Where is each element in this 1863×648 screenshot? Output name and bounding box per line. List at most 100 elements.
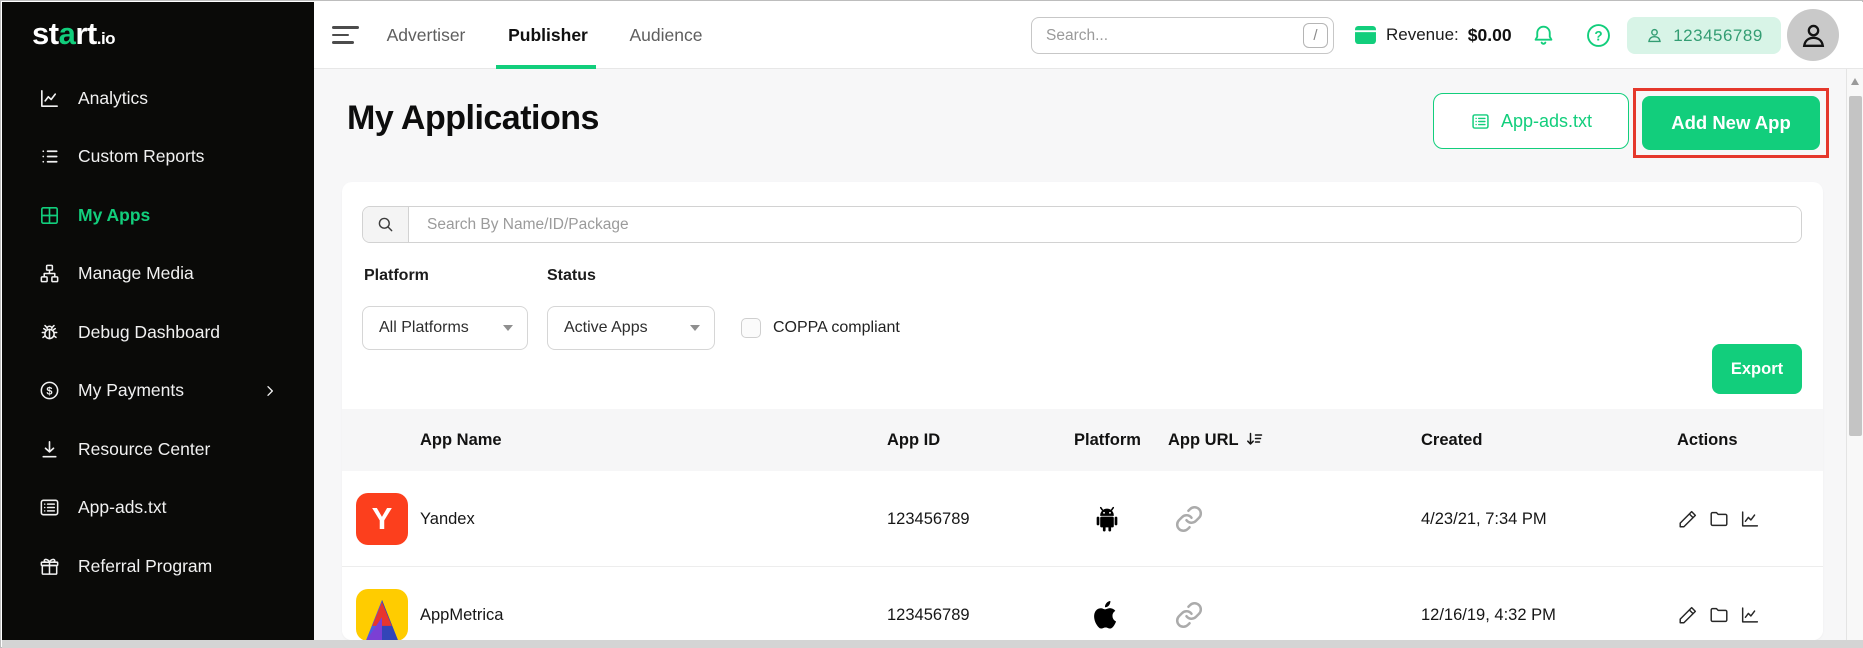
table-row-yandex[interactable]: Y Yandex 123456789 4/23/21, 7:34 PM xyxy=(342,471,1823,567)
sidebar-item-label: Resource Center xyxy=(78,439,210,460)
app-window: start.io Analytics Custom Reports My App… xyxy=(0,0,1863,648)
chevron-down-icon xyxy=(690,325,700,331)
notifications-bell-icon[interactable] xyxy=(1531,23,1556,48)
revenue-label: Revenue: xyxy=(1386,25,1459,45)
sidebar-item-referral-program[interactable]: Referral Program xyxy=(2,537,314,596)
global-search-box: / xyxy=(1031,17,1334,54)
profile-avatar[interactable] xyxy=(1787,9,1839,61)
table-header-row: App Name App ID Platform App URL Created… xyxy=(342,409,1823,471)
account-id: 123456789 xyxy=(1673,26,1763,46)
stats-chart-icon[interactable] xyxy=(1739,604,1761,626)
status-dropdown-value: Active Apps xyxy=(564,319,648,337)
sidebar-item-custom-reports[interactable]: Custom Reports xyxy=(2,128,314,187)
sidebar-item-analytics[interactable]: Analytics xyxy=(2,69,314,128)
revenue-value: $0.00 xyxy=(1468,25,1512,46)
app-logo-yandex: Y xyxy=(356,471,408,567)
actions-cell xyxy=(1677,471,1761,567)
applications-card: Platform Status All Platforms Active App… xyxy=(342,182,1823,640)
svg-text:$: $ xyxy=(46,386,52,398)
app-url-link-icon[interactable] xyxy=(1174,471,1204,567)
folder-icon[interactable] xyxy=(1708,604,1730,626)
sitemap-icon xyxy=(38,262,61,285)
sidebar-item-manage-media[interactable]: Manage Media xyxy=(2,245,314,304)
apps-search-box xyxy=(362,206,1802,243)
hamburger-menu-icon[interactable] xyxy=(332,26,360,49)
sidebar-item-my-payments[interactable]: $ My Payments xyxy=(2,362,314,421)
tab-audience[interactable]: Audience xyxy=(630,2,703,68)
platform-dropdown-value: All Platforms xyxy=(379,319,469,337)
platform-dropdown[interactable]: All Platforms xyxy=(362,306,528,350)
sidebar-item-label: My Payments xyxy=(78,380,184,401)
sidebar-nav: Analytics Custom Reports My Apps Manage … xyxy=(2,69,314,596)
sidebar-item-label: Custom Reports xyxy=(78,146,204,167)
help-icon[interactable]: ? xyxy=(1585,22,1612,49)
logo-text: st xyxy=(32,16,59,51)
global-search-input[interactable] xyxy=(1032,27,1303,45)
slash-shortcut-badge: / xyxy=(1303,23,1328,48)
chevron-right-icon xyxy=(262,383,278,399)
document-list-icon xyxy=(1470,111,1491,132)
app-ads-txt-button-label: App-ads.txt xyxy=(1501,111,1592,132)
app-name-cell: Yandex xyxy=(420,471,475,567)
folder-icon[interactable] xyxy=(1708,508,1730,530)
app-ads-txt-button[interactable]: App-ads.txt xyxy=(1433,93,1629,149)
add-new-app-button[interactable]: Add New App xyxy=(1642,96,1820,150)
status-filter-label: Status xyxy=(547,267,596,285)
document-list-icon xyxy=(38,496,61,519)
sort-descending-icon xyxy=(1245,412,1263,430)
app-id-cell: 123456789 xyxy=(887,567,970,640)
account-id-button[interactable]: 123456789 xyxy=(1627,17,1781,54)
tab-advertiser[interactable]: Advertiser xyxy=(387,2,466,68)
scroll-up-arrow-icon[interactable] xyxy=(1851,78,1859,85)
sidebar-item-app-ads-txt[interactable]: App-ads.txt xyxy=(2,479,314,538)
user-icon xyxy=(1645,26,1664,45)
sidebar-item-label: Manage Media xyxy=(78,263,194,284)
annotation-highlight-rectangle: Add New App xyxy=(1633,88,1829,158)
coppa-checkbox-label: COPPA compliant xyxy=(773,319,900,337)
sidebar-item-label: My Apps xyxy=(78,205,150,226)
list-icon xyxy=(38,145,61,168)
dollar-circle-icon: $ xyxy=(38,379,61,402)
app-url-link-icon[interactable] xyxy=(1174,567,1204,640)
sidebar: start.io Analytics Custom Reports My App… xyxy=(2,2,314,640)
status-dropdown[interactable]: Active Apps xyxy=(547,306,715,350)
export-button[interactable]: Export xyxy=(1712,344,1802,394)
bug-icon xyxy=(38,321,61,344)
start-io-logo[interactable]: start.io xyxy=(32,16,115,52)
logo-tld: .io xyxy=(97,29,115,48)
column-header-app-id: App ID xyxy=(887,409,940,471)
coppa-checkbox[interactable] xyxy=(741,318,761,338)
revenue-indicator: Revenue: $0.00 xyxy=(1354,2,1512,68)
edit-pencil-icon[interactable] xyxy=(1677,508,1699,530)
sidebar-item-resource-center[interactable]: Resource Center xyxy=(2,420,314,479)
wallet-icon xyxy=(1354,25,1377,45)
search-icon xyxy=(363,207,409,242)
table-row-appmetrica[interactable]: AppMetrica 123456789 12/16/19, 4:32 PM xyxy=(342,567,1823,640)
vertical-scrollbar[interactable] xyxy=(1846,69,1863,640)
main-content: My Applications App-ads.txt Add New App … xyxy=(314,69,1846,640)
actions-cell xyxy=(1677,567,1761,640)
scrollbar-thumb[interactable] xyxy=(1849,96,1862,436)
avatar-person-icon xyxy=(1798,20,1829,51)
column-header-platform: Platform xyxy=(1074,409,1141,471)
app-name-cell: AppMetrica xyxy=(420,567,503,640)
sidebar-item-label: Debug Dashboard xyxy=(78,322,220,343)
apps-search-input[interactable] xyxy=(409,207,1801,242)
tab-publisher[interactable]: Publisher xyxy=(508,2,588,68)
page-title: My Applications xyxy=(347,99,599,138)
column-header-app-url[interactable]: App URL xyxy=(1168,409,1263,471)
created-cell: 12/16/19, 4:32 PM xyxy=(1421,567,1556,640)
apple-platform-icon xyxy=(1092,567,1122,640)
sidebar-item-my-apps[interactable]: My Apps xyxy=(2,186,314,245)
android-platform-icon xyxy=(1090,471,1124,567)
sidebar-item-label: Analytics xyxy=(78,88,148,109)
column-header-actions: Actions xyxy=(1677,409,1738,471)
window-bottom-edge xyxy=(2,640,1863,648)
stats-chart-icon[interactable] xyxy=(1739,508,1761,530)
platform-filter-label: Platform xyxy=(364,267,429,285)
app-id-cell: 123456789 xyxy=(887,471,970,567)
created-cell: 4/23/21, 7:34 PM xyxy=(1421,471,1547,567)
edit-pencil-icon[interactable] xyxy=(1677,604,1699,626)
logo-accent-letter: a xyxy=(59,16,76,51)
sidebar-item-debug-dashboard[interactable]: Debug Dashboard xyxy=(2,303,314,362)
